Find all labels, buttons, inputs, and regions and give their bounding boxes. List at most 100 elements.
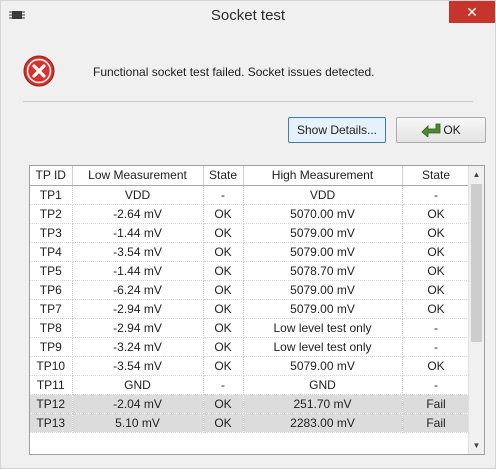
table-row[interactable]: TP7 -2.94 mV OK 5079.00 mV OK [30,299,471,319]
low-state-cell: - [203,375,244,395]
high-state-cell: OK [402,204,471,224]
table-row-failed[interactable]: TP12 -2.04 mV OK 251.70 mV Fail [30,394,471,414]
low-state-cell: OK [203,356,244,376]
high-state-cell: Fail [402,413,471,433]
table-row[interactable]: TP9 -3.24 mV OK Low level test only - [30,337,471,357]
tp-id-cell: TP8 [30,318,73,338]
low-state-cell: - [203,185,244,205]
low-measurement-cell: -2.94 mV [72,299,204,319]
tp-id-cell: TP9 [30,337,73,357]
table-row[interactable]: TP11 GND - GND - [30,375,471,395]
high-state-cell: - [402,318,471,338]
ok-button[interactable]: OK [396,117,486,143]
high-measurement-cell: 5070.00 mV [243,204,403,224]
high-state-cell: OK [402,280,471,300]
high-measurement-cell: 251.70 mV [243,394,403,414]
low-measurement-cell: 5.10 mV [72,413,204,433]
tp-id-cell: TP1 [30,185,73,205]
vertical-scrollbar[interactable]: ▲ ▼ [468,166,484,454]
high-measurement-cell: VDD [243,185,403,205]
low-state-cell: OK [203,299,244,319]
table-row[interactable]: TP8 -2.94 mV OK Low level test only - [30,318,471,338]
scroll-up-icon[interactable]: ▲ [469,166,484,183]
close-button[interactable]: ✕ [449,1,495,23]
high-state-cell: OK [402,299,471,319]
low-measurement-cell: -3.24 mV [72,337,204,357]
low-measurement-cell: -2.64 mV [72,204,204,224]
table-row-failed[interactable]: TP13 5.10 mV OK 2283.00 mV Fail [30,413,471,433]
high-state-cell: - [402,337,471,357]
error-icon [23,55,55,87]
high-measurement-cell: 5079.00 mV [243,242,403,262]
high-measurement-cell: 2283.00 mV [243,413,403,433]
tp-id-cell: TP4 [30,242,73,262]
low-measurement-cell: -3.54 mV [72,242,204,262]
low-measurement-cell: -6.24 mV [72,280,204,300]
tp-id-cell: TP2 [30,204,73,224]
high-state-cell: Fail [402,394,471,414]
tp-id-cell: TP10 [30,356,73,376]
separator [23,101,473,102]
tp-id-cell: TP13 [30,413,73,433]
tp-id-cell: TP11 [30,375,73,395]
table-header-row: TP ID Low Measurement State High Measure… [30,166,471,186]
high-measurement-cell: Low level test only [243,318,403,338]
low-state-cell: OK [203,413,244,433]
high-measurement-cell: 5079.00 mV [243,223,403,243]
low-state-cell: OK [203,223,244,243]
error-message: Functional socket test failed. Socket is… [93,65,375,79]
column-header-high-measurement[interactable]: High Measurement [243,166,403,186]
high-measurement-cell: 5078.70 mV [243,261,403,281]
tp-id-cell: TP5 [30,261,73,281]
low-state-cell: OK [203,318,244,338]
high-measurement-cell: Low level test only [243,337,403,357]
low-state-cell: OK [203,242,244,262]
high-state-cell: OK [402,356,471,376]
column-header-tp-id[interactable]: TP ID [30,166,73,186]
high-state-cell: OK [402,223,471,243]
column-header-low-measurement[interactable]: Low Measurement [72,166,204,186]
table-row[interactable]: TP6 -6.24 mV OK 5079.00 mV OK [30,280,471,300]
tp-id-cell: TP3 [30,223,73,243]
low-state-cell: OK [203,280,244,300]
low-state-cell: OK [203,337,244,357]
show-details-button[interactable]: Show Details... [288,117,386,143]
results-table: TP ID Low Measurement State High Measure… [30,166,471,433]
high-measurement-cell: 5079.00 mV [243,356,403,376]
tp-id-cell: TP7 [30,299,73,319]
high-measurement-cell: GND [243,375,403,395]
low-measurement-cell: -3.54 mV [72,356,204,376]
low-measurement-cell: -2.04 mV [72,394,204,414]
low-state-cell: OK [203,204,244,224]
socket-test-dialog: Socket test ✕ Functional socket test fai… [0,0,496,469]
table-row[interactable]: TP5 -1.44 mV OK 5078.70 mV OK [30,261,471,281]
low-state-cell: OK [203,394,244,414]
table-row[interactable]: TP10 -3.54 mV OK 5079.00 mV OK [30,356,471,376]
low-measurement-cell: -1.44 mV [72,261,204,281]
high-state-cell: OK [402,261,471,281]
title-bar[interactable]: Socket test ✕ [1,1,495,31]
low-measurement-cell: -1.44 mV [72,223,204,243]
high-state-cell: - [402,375,471,395]
column-header-low-state[interactable]: State [203,166,244,186]
low-state-cell: OK [203,261,244,281]
results-table-frame[interactable]: TP ID Low Measurement State High Measure… [29,165,485,455]
high-measurement-cell: 5079.00 mV [243,299,403,319]
check-arrow-icon [421,123,441,137]
table-row[interactable]: TP4 -3.54 mV OK 5079.00 mV OK [30,242,471,262]
tp-id-cell: TP6 [30,280,73,300]
table-row[interactable]: TP2 -2.64 mV OK 5070.00 mV OK [30,204,471,224]
low-measurement-cell: GND [72,375,204,395]
scroll-down-icon[interactable]: ▼ [469,437,484,454]
column-header-high-state[interactable]: State [402,166,471,186]
low-measurement-cell: -2.94 mV [72,318,204,338]
high-state-cell: - [402,185,471,205]
table-row[interactable]: TP1 VDD - VDD - [30,185,471,205]
high-measurement-cell: 5079.00 mV [243,280,403,300]
high-state-cell: OK [402,242,471,262]
tp-id-cell: TP12 [30,394,73,414]
scrollbar-thumb[interactable] [471,184,482,342]
low-measurement-cell: VDD [72,185,204,205]
table-row[interactable]: TP3 -1.44 mV OK 5079.00 mV OK [30,223,471,243]
ok-label: OK [443,123,461,137]
